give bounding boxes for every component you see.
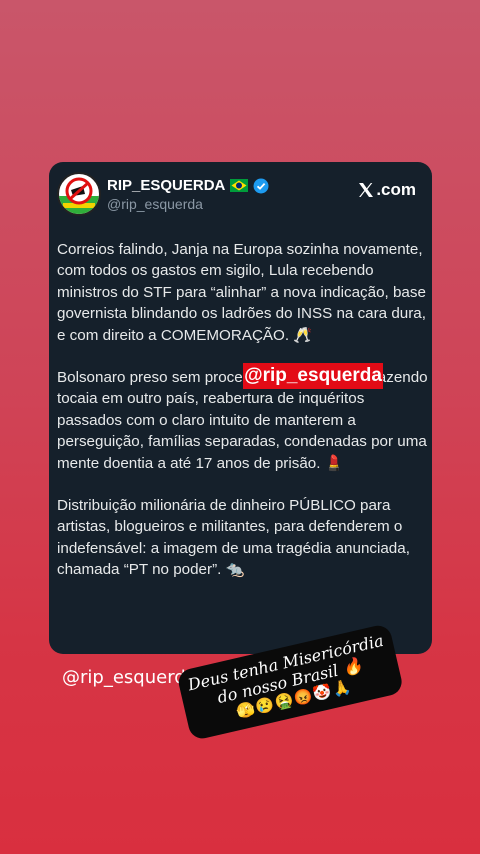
source-domain: .com	[376, 180, 416, 199]
paragraph-3: Distribuição milionária de dinheiro PÚBL…	[57, 497, 410, 579]
x-logo-icon	[359, 183, 374, 197]
red-handle-sticker[interactable]: @rip_esquerda	[243, 363, 383, 389]
tweet-card[interactable]: RIP_ESQUERDA @rip_esquerda .com Correios…	[49, 162, 432, 654]
tweet-text: Correios falindo, Janja na Europa sozinh…	[57, 239, 429, 581]
verified-badge-icon	[253, 178, 269, 193]
handle-caption[interactable]: @rip_esquerda	[62, 667, 197, 688]
display-name: RIP_ESQUERDA	[107, 177, 226, 194]
paragraph-1: Correios falindo, Janja na Europa sozinh…	[57, 241, 426, 344]
source-label[interactable]: .com	[358, 180, 416, 200]
brazil-flag-icon	[230, 179, 249, 192]
display-name-row[interactable]: RIP_ESQUERDA	[107, 177, 269, 194]
avatar[interactable]	[57, 172, 101, 216]
handle[interactable]: @rip_esquerda	[107, 196, 203, 212]
